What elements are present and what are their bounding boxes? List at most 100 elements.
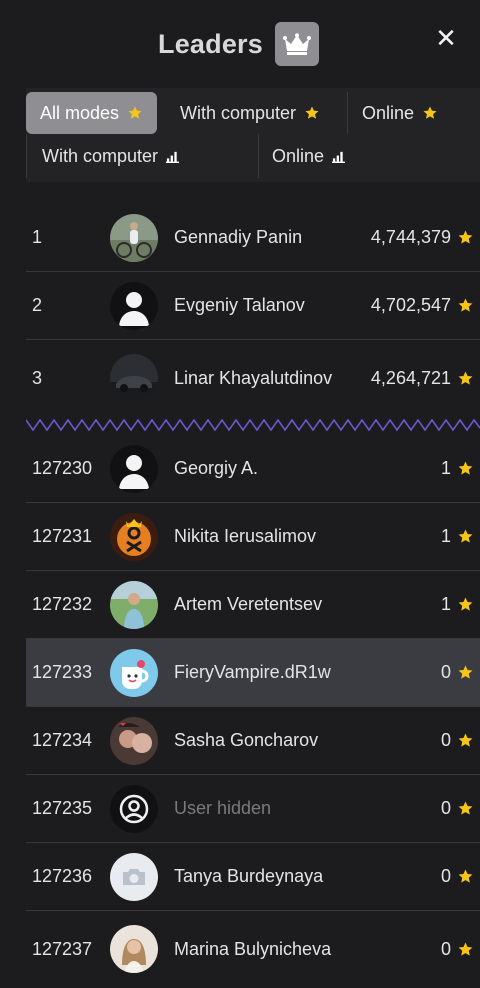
score-value: 1 bbox=[440, 458, 451, 478]
rank-gap-divider bbox=[26, 418, 480, 432]
tab-label: All modes bbox=[40, 102, 120, 123]
star-icon bbox=[457, 297, 474, 314]
tab-with-computer-rating[interactable]: With computer bbox=[28, 135, 193, 177]
tab-label: With computer bbox=[180, 102, 297, 123]
score-value: 0 bbox=[440, 866, 451, 886]
rank: 1 bbox=[32, 227, 43, 247]
star-icon bbox=[304, 105, 320, 121]
player-name: Marina Bulynicheva bbox=[174, 938, 332, 959]
star-icon bbox=[457, 460, 474, 477]
player-row[interactable]: 127230 Georgiy A. 1 bbox=[26, 435, 480, 503]
star-icon bbox=[457, 596, 474, 613]
avatar bbox=[110, 513, 158, 561]
close-icon[interactable]: ✕ bbox=[432, 24, 460, 52]
tab-online-stars[interactable]: Online bbox=[348, 92, 452, 134]
leader-row[interactable]: 2 Evgeniy Talanov 4,702,547 bbox=[26, 272, 480, 340]
avatar bbox=[110, 214, 158, 262]
leader-row[interactable]: 3 Linar Khayalutdinov 4,264,721 bbox=[26, 340, 480, 416]
star-icon bbox=[457, 664, 474, 681]
star-icon bbox=[457, 868, 474, 885]
star-icon bbox=[127, 105, 143, 121]
tab-label: With computer bbox=[42, 145, 159, 166]
rank: 3 bbox=[32, 367, 43, 388]
avatar bbox=[110, 925, 158, 973]
avatar bbox=[110, 581, 158, 629]
player-name: Artem Veretentsev bbox=[174, 594, 323, 614]
rank: 127231 bbox=[32, 526, 93, 546]
rank: 127234 bbox=[32, 730, 93, 750]
mode-tabs: All modes With computer Online With comp… bbox=[26, 88, 480, 182]
player-row[interactable]: 127234 Sasha Goncharov 0 bbox=[26, 707, 480, 775]
score-value: 0 bbox=[440, 938, 451, 959]
avatar bbox=[110, 282, 158, 330]
star-icon bbox=[457, 941, 474, 958]
tab-with-computer-stars[interactable]: With computer bbox=[166, 92, 334, 134]
crown-icon bbox=[274, 22, 319, 66]
score: 1 bbox=[441, 571, 474, 638]
player-name: Linar Khayalutdinov bbox=[174, 367, 333, 388]
player-name: User hidden bbox=[174, 798, 272, 818]
player-row[interactable]: 127236 Tanya Burdeynaya 0 bbox=[26, 843, 480, 911]
title-group: Leaders bbox=[158, 22, 319, 66]
star-icon bbox=[457, 229, 474, 246]
header: Leaders ✕ bbox=[0, 0, 480, 88]
score: 0 bbox=[441, 775, 474, 842]
score: 0 bbox=[441, 707, 474, 774]
current-player-row[interactable]: 127233 FieryVampire.dR1w 0 bbox=[26, 639, 480, 707]
score: 0 bbox=[441, 911, 474, 987]
avatar bbox=[110, 649, 158, 697]
bar-chart-icon bbox=[332, 150, 345, 163]
score-value: 0 bbox=[440, 798, 451, 818]
player-name: Sasha Goncharov bbox=[174, 730, 319, 750]
player-row[interactable]: 127237 Marina Bulynicheva 0 bbox=[26, 911, 480, 987]
star-icon bbox=[422, 105, 438, 121]
player-row[interactable]: 127235 User hidden 0 bbox=[26, 775, 480, 843]
score-value: 1 bbox=[440, 594, 451, 614]
score: 1 bbox=[441, 435, 474, 502]
score: 4,264,721 bbox=[371, 340, 474, 416]
page-title: Leaders bbox=[158, 28, 263, 59]
player-name: Tanya Burdeynaya bbox=[174, 866, 324, 886]
player-row[interactable]: 127231 Nikita Ierusalimov 1 bbox=[26, 503, 480, 571]
rank: 127235 bbox=[32, 798, 93, 818]
player-name: Gennadiy Panin bbox=[174, 227, 303, 247]
score-value: 0 bbox=[440, 662, 451, 682]
leader-row[interactable]: 1 Gennadiy Panin 4,744,379 bbox=[26, 204, 480, 272]
rank: 127230 bbox=[32, 458, 93, 478]
avatar bbox=[110, 717, 158, 765]
score-value: 1 bbox=[440, 526, 451, 546]
score-value: 0 bbox=[440, 730, 451, 750]
rank: 127232 bbox=[32, 594, 93, 614]
score: 4,702,547 bbox=[371, 272, 474, 339]
player-name: Evgeniy Talanov bbox=[174, 295, 305, 315]
score: 0 bbox=[441, 843, 474, 910]
bar-chart-icon bbox=[166, 150, 179, 163]
player-name: FieryVampire.dR1w bbox=[174, 662, 331, 682]
rank: 127237 bbox=[32, 938, 93, 959]
rank: 2 bbox=[32, 295, 43, 315]
score: 0 bbox=[441, 639, 474, 706]
player-name: Georgiy A. bbox=[174, 458, 259, 478]
rank: 127236 bbox=[32, 866, 93, 886]
tab-divider bbox=[26, 134, 27, 178]
tab-label: Online bbox=[362, 102, 415, 123]
star-icon bbox=[457, 370, 474, 387]
score-value: 4,702,547 bbox=[370, 295, 451, 315]
camera-placeholder-icon bbox=[110, 853, 158, 901]
score-value: 4,744,379 bbox=[370, 227, 451, 247]
avatar bbox=[110, 354, 158, 402]
tab-all-modes[interactable]: All modes bbox=[26, 92, 158, 134]
tab-label: Online bbox=[272, 145, 325, 166]
tab-online-rating[interactable]: Online bbox=[258, 135, 359, 177]
star-icon bbox=[457, 732, 474, 749]
player-name: Nikita Ierusalimov bbox=[174, 526, 317, 546]
player-row[interactable]: 127232 Artem Veretentsev 1 bbox=[26, 571, 480, 639]
score: 4,744,379 bbox=[371, 204, 474, 271]
rank: 127233 bbox=[32, 662, 93, 682]
star-icon bbox=[457, 528, 474, 545]
user-hidden-icon bbox=[110, 785, 158, 833]
star-icon bbox=[457, 800, 474, 817]
score-value: 4,264,721 bbox=[370, 367, 451, 388]
score: 1 bbox=[441, 503, 474, 570]
avatar bbox=[110, 445, 158, 493]
